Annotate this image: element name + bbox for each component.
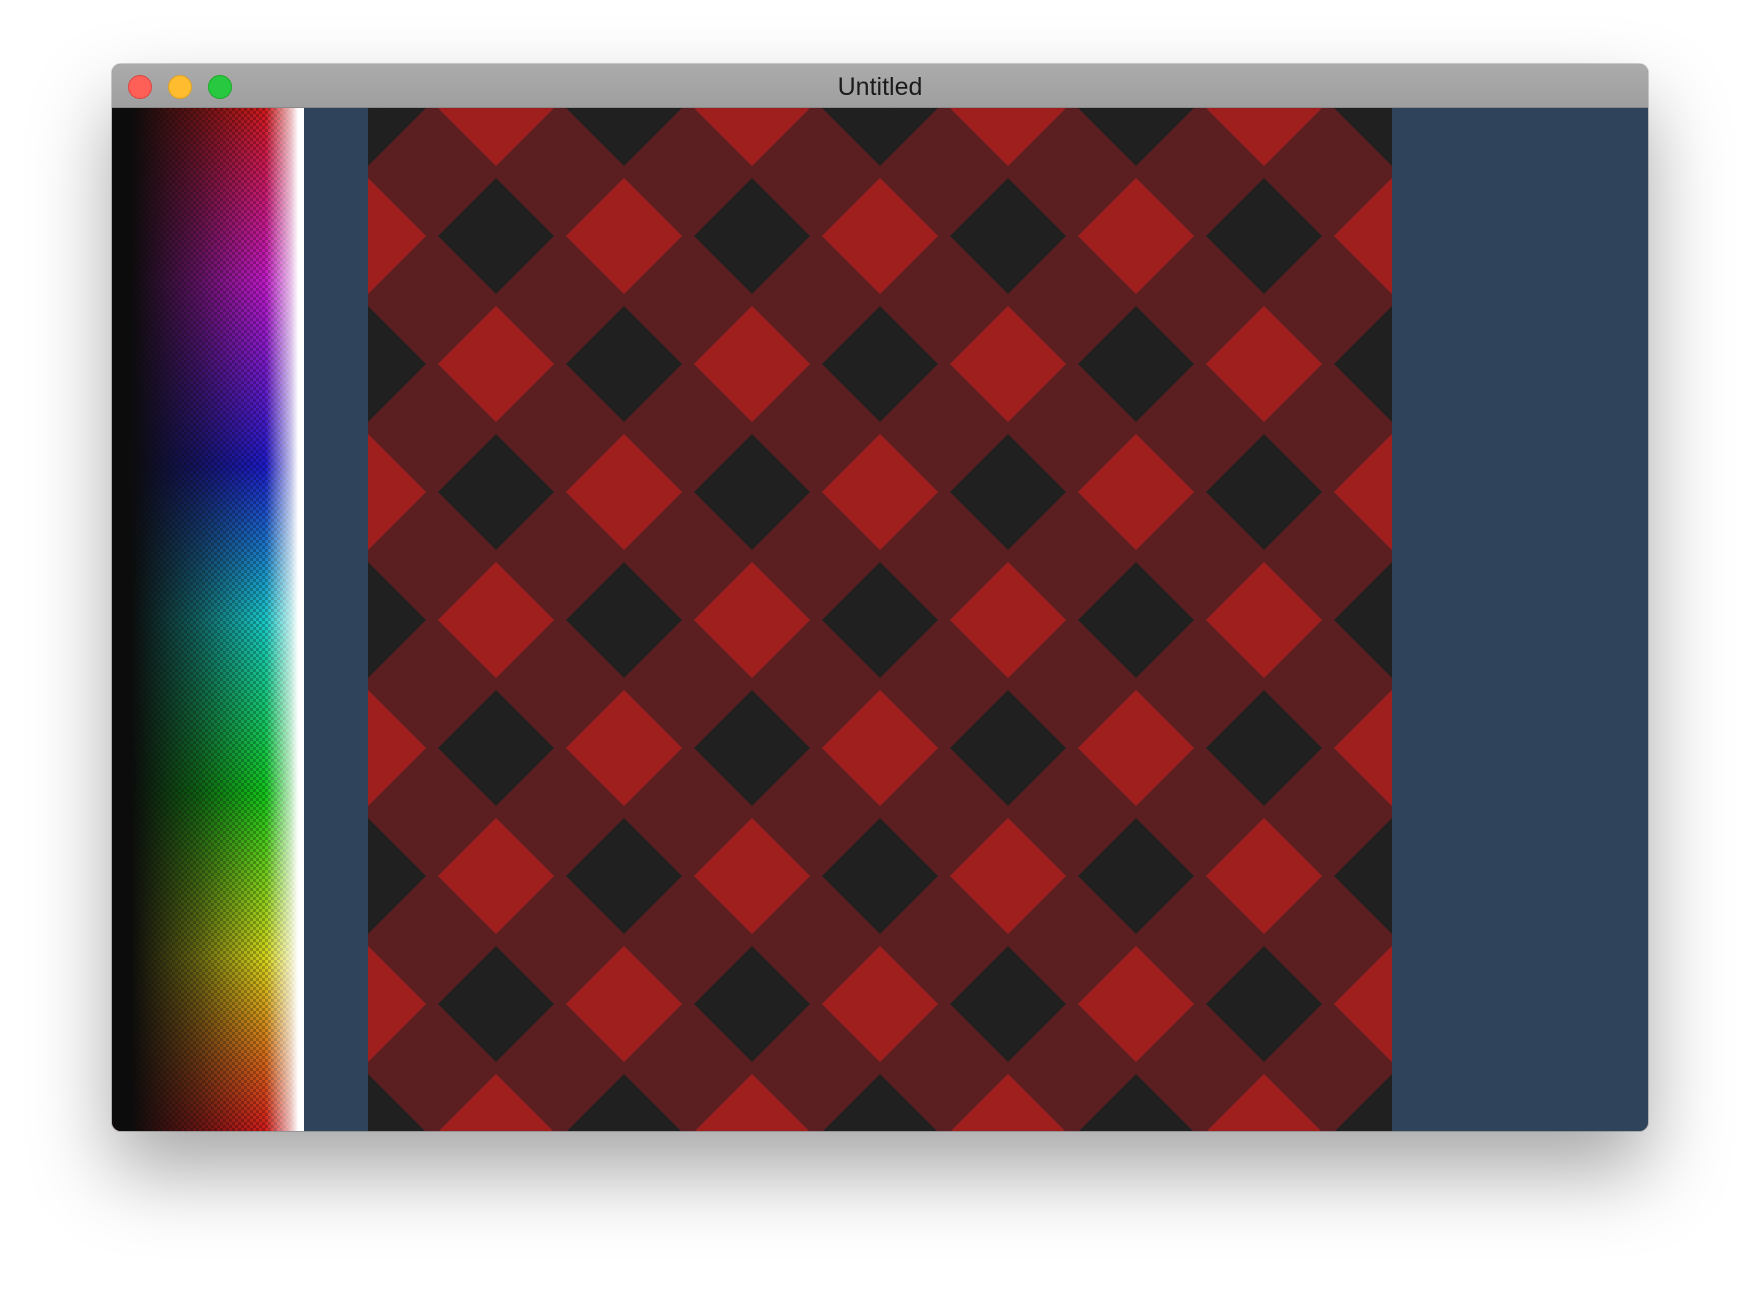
title-bar[interactable]: Untitled <box>112 64 1648 108</box>
game-board[interactable] <box>368 108 1392 1131</box>
window-title: Untitled <box>837 73 923 101</box>
app-window: Untitled <box>112 64 1648 1131</box>
side-panel <box>1392 108 1648 1131</box>
canvas-area[interactable] <box>112 108 1648 1131</box>
color-palette[interactable] <box>112 108 304 1131</box>
